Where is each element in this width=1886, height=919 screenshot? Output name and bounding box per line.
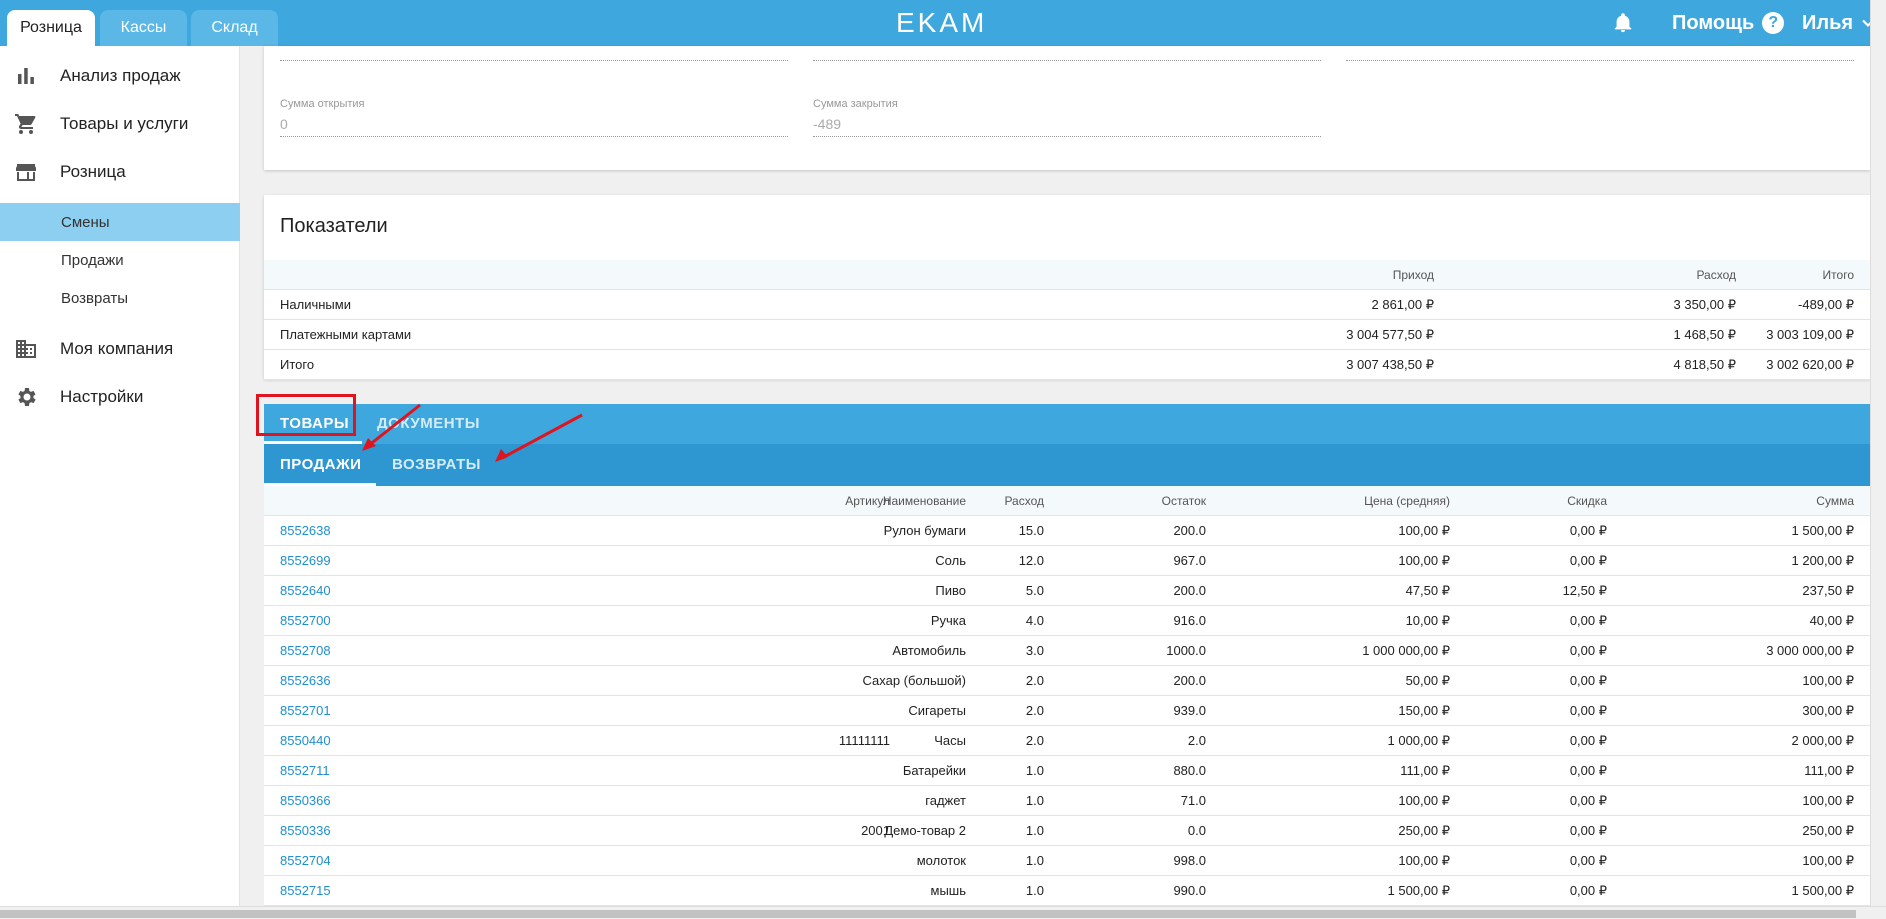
arrow-head: [495, 449, 508, 462]
annotation-overlay: [256, 394, 583, 462]
annotation-arrow: [367, 403, 421, 448]
scrollbar-thumb[interactable]: [0, 910, 1856, 918]
vertical-scrollbar[interactable]: [1870, 0, 1886, 906]
horizontal-scrollbar[interactable]: [0, 906, 1886, 919]
highlight-box: [256, 394, 356, 436]
annotation-arrow: [501, 413, 583, 460]
